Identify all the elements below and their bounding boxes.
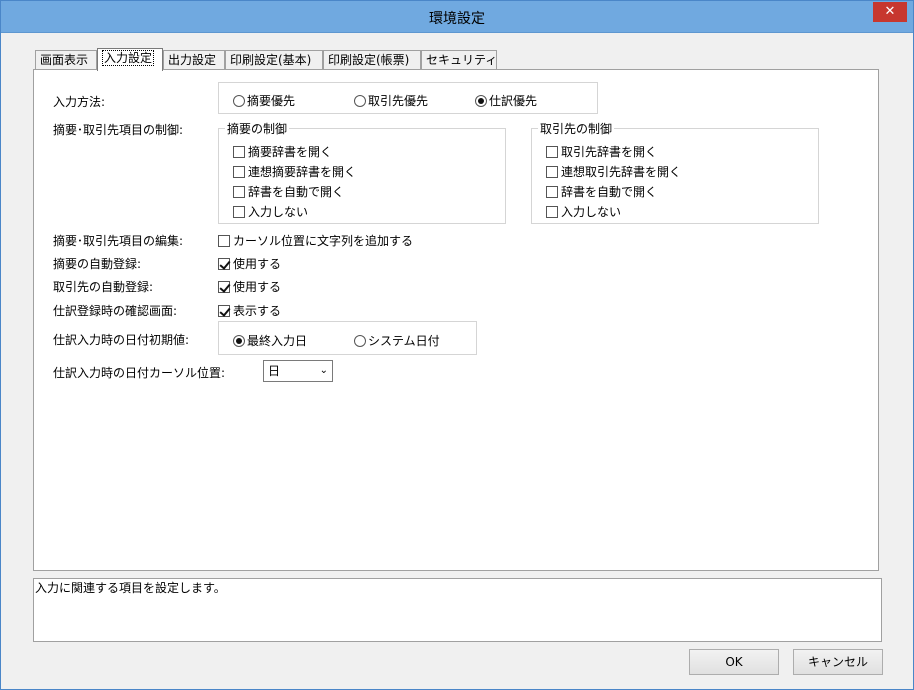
tab-display[interactable]: 画面表示 xyxy=(35,50,97,70)
summary-control-group: 摘要の制御 摘要辞書を開く 連想摘要辞書を開く 辞書を自動で開く 入力しない xyxy=(218,120,506,224)
radio-icon xyxy=(233,94,245,107)
checkbox-icon xyxy=(233,205,245,218)
check-no-summary-input[interactable]: 入力しない xyxy=(233,203,308,220)
title-bar[interactable]: 環境設定 ✕ xyxy=(1,1,913,33)
auto-summary-label: 摘要の自動登録: xyxy=(53,257,142,271)
check-auto-summary[interactable]: 使用する xyxy=(218,255,281,272)
check-open-partner-dict[interactable]: 取引先辞書を開く xyxy=(546,143,657,160)
check-open-assoc-summary-dict[interactable]: 連想摘要辞書を開く xyxy=(233,163,356,180)
tab-input[interactable]: 入力設定 xyxy=(97,48,163,71)
radio-icon xyxy=(354,334,366,347)
partner-control-title: 取引先の制御 xyxy=(538,120,615,137)
radio-icon xyxy=(354,94,366,107)
settings-window: 環境設定 ✕ 画面表示 入力設定 出力設定 印刷設定(基本) 印刷設定(帳票) … xyxy=(0,0,914,690)
close-button[interactable]: ✕ xyxy=(873,2,907,22)
tab-output[interactable]: 出力設定 xyxy=(163,50,225,70)
description-text: 入力に関連する項目を設定します。 xyxy=(35,581,226,595)
confirm-label: 仕訳登録時の確認画面: xyxy=(53,304,178,318)
checkbox-checked-icon xyxy=(218,280,230,293)
tab-print-forms[interactable]: 印刷設定(帳票) xyxy=(323,50,421,70)
ok-button[interactable]: OK xyxy=(689,649,779,675)
close-icon: ✕ xyxy=(884,4,896,19)
checkbox-icon xyxy=(233,145,245,158)
check-append-at-cursor[interactable]: カーソル位置に文字列を追加する xyxy=(218,232,413,249)
radio-system-date[interactable]: システム日付 xyxy=(354,332,440,349)
check-confirm-screen[interactable]: 表示する xyxy=(218,302,281,319)
checkbox-icon xyxy=(546,165,558,178)
check-open-assoc-partner-dict[interactable]: 連想取引先辞書を開く xyxy=(546,163,681,180)
input-settings-panel: 入力方法: 摘要優先 取引先優先 仕訳優先 摘要･取引先項目の制御: 摘要の制御… xyxy=(33,69,879,571)
radio-summary-first[interactable]: 摘要優先 xyxy=(233,92,295,109)
input-method-label: 入力方法: xyxy=(53,95,106,109)
date-cursor-label: 仕訳入力時の日付カーソル位置: xyxy=(53,366,226,380)
date-init-group: 最終入力日 システム日付 xyxy=(218,321,477,355)
checkbox-icon xyxy=(233,185,245,198)
checkbox-icon xyxy=(546,185,558,198)
radio-selected-icon xyxy=(475,94,487,107)
tab-print-basic[interactable]: 印刷設定(基本) xyxy=(225,50,323,70)
input-method-group: 摘要優先 取引先優先 仕訳優先 xyxy=(218,82,598,114)
chevron-down-icon: ⌄ xyxy=(319,365,328,376)
tab-security[interactable]: セキュリティ xyxy=(421,50,497,70)
summary-control-title: 摘要の制御 xyxy=(225,120,290,137)
radio-last-input-date[interactable]: 最終入力日 xyxy=(233,332,307,349)
partner-control-group: 取引先の制御 取引先辞書を開く 連想取引先辞書を開く 辞書を自動で開く 入力しな… xyxy=(531,120,819,224)
checkbox-icon xyxy=(546,145,558,158)
checkbox-icon xyxy=(546,205,558,218)
control-label: 摘要･取引先項目の制御: xyxy=(53,123,184,137)
check-auto-partner[interactable]: 使用する xyxy=(218,278,281,295)
checkbox-icon xyxy=(218,234,230,247)
checkbox-checked-icon xyxy=(218,257,230,270)
date-init-label: 仕訳入力時の日付初期値: xyxy=(53,333,190,347)
dialog-client: 画面表示 入力設定 出力設定 印刷設定(基本) 印刷設定(帳票) セキュリティ … xyxy=(9,34,905,684)
radio-selected-icon xyxy=(233,334,245,347)
checkbox-icon xyxy=(233,165,245,178)
cancel-button[interactable]: キャンセル xyxy=(793,649,883,675)
check-open-summary-dict[interactable]: 摘要辞書を開く xyxy=(233,143,332,160)
auto-partner-label: 取引先の自動登録: xyxy=(53,280,154,294)
check-auto-open-partner-dict[interactable]: 辞書を自動で開く xyxy=(546,183,657,200)
edit-label: 摘要･取引先項目の編集: xyxy=(53,234,184,248)
checkbox-checked-icon xyxy=(218,304,230,317)
window-title: 環境設定 xyxy=(429,11,485,27)
radio-journal-first[interactable]: 仕訳優先 xyxy=(475,92,537,109)
check-no-partner-input[interactable]: 入力しない xyxy=(546,203,621,220)
date-cursor-select[interactable]: 日 ⌄ xyxy=(263,360,333,382)
description-box: 入力に関連する項目を設定します。 xyxy=(33,578,882,642)
check-auto-open-summary-dict[interactable]: 辞書を自動で開く xyxy=(233,183,344,200)
radio-partner-first[interactable]: 取引先優先 xyxy=(354,92,428,109)
